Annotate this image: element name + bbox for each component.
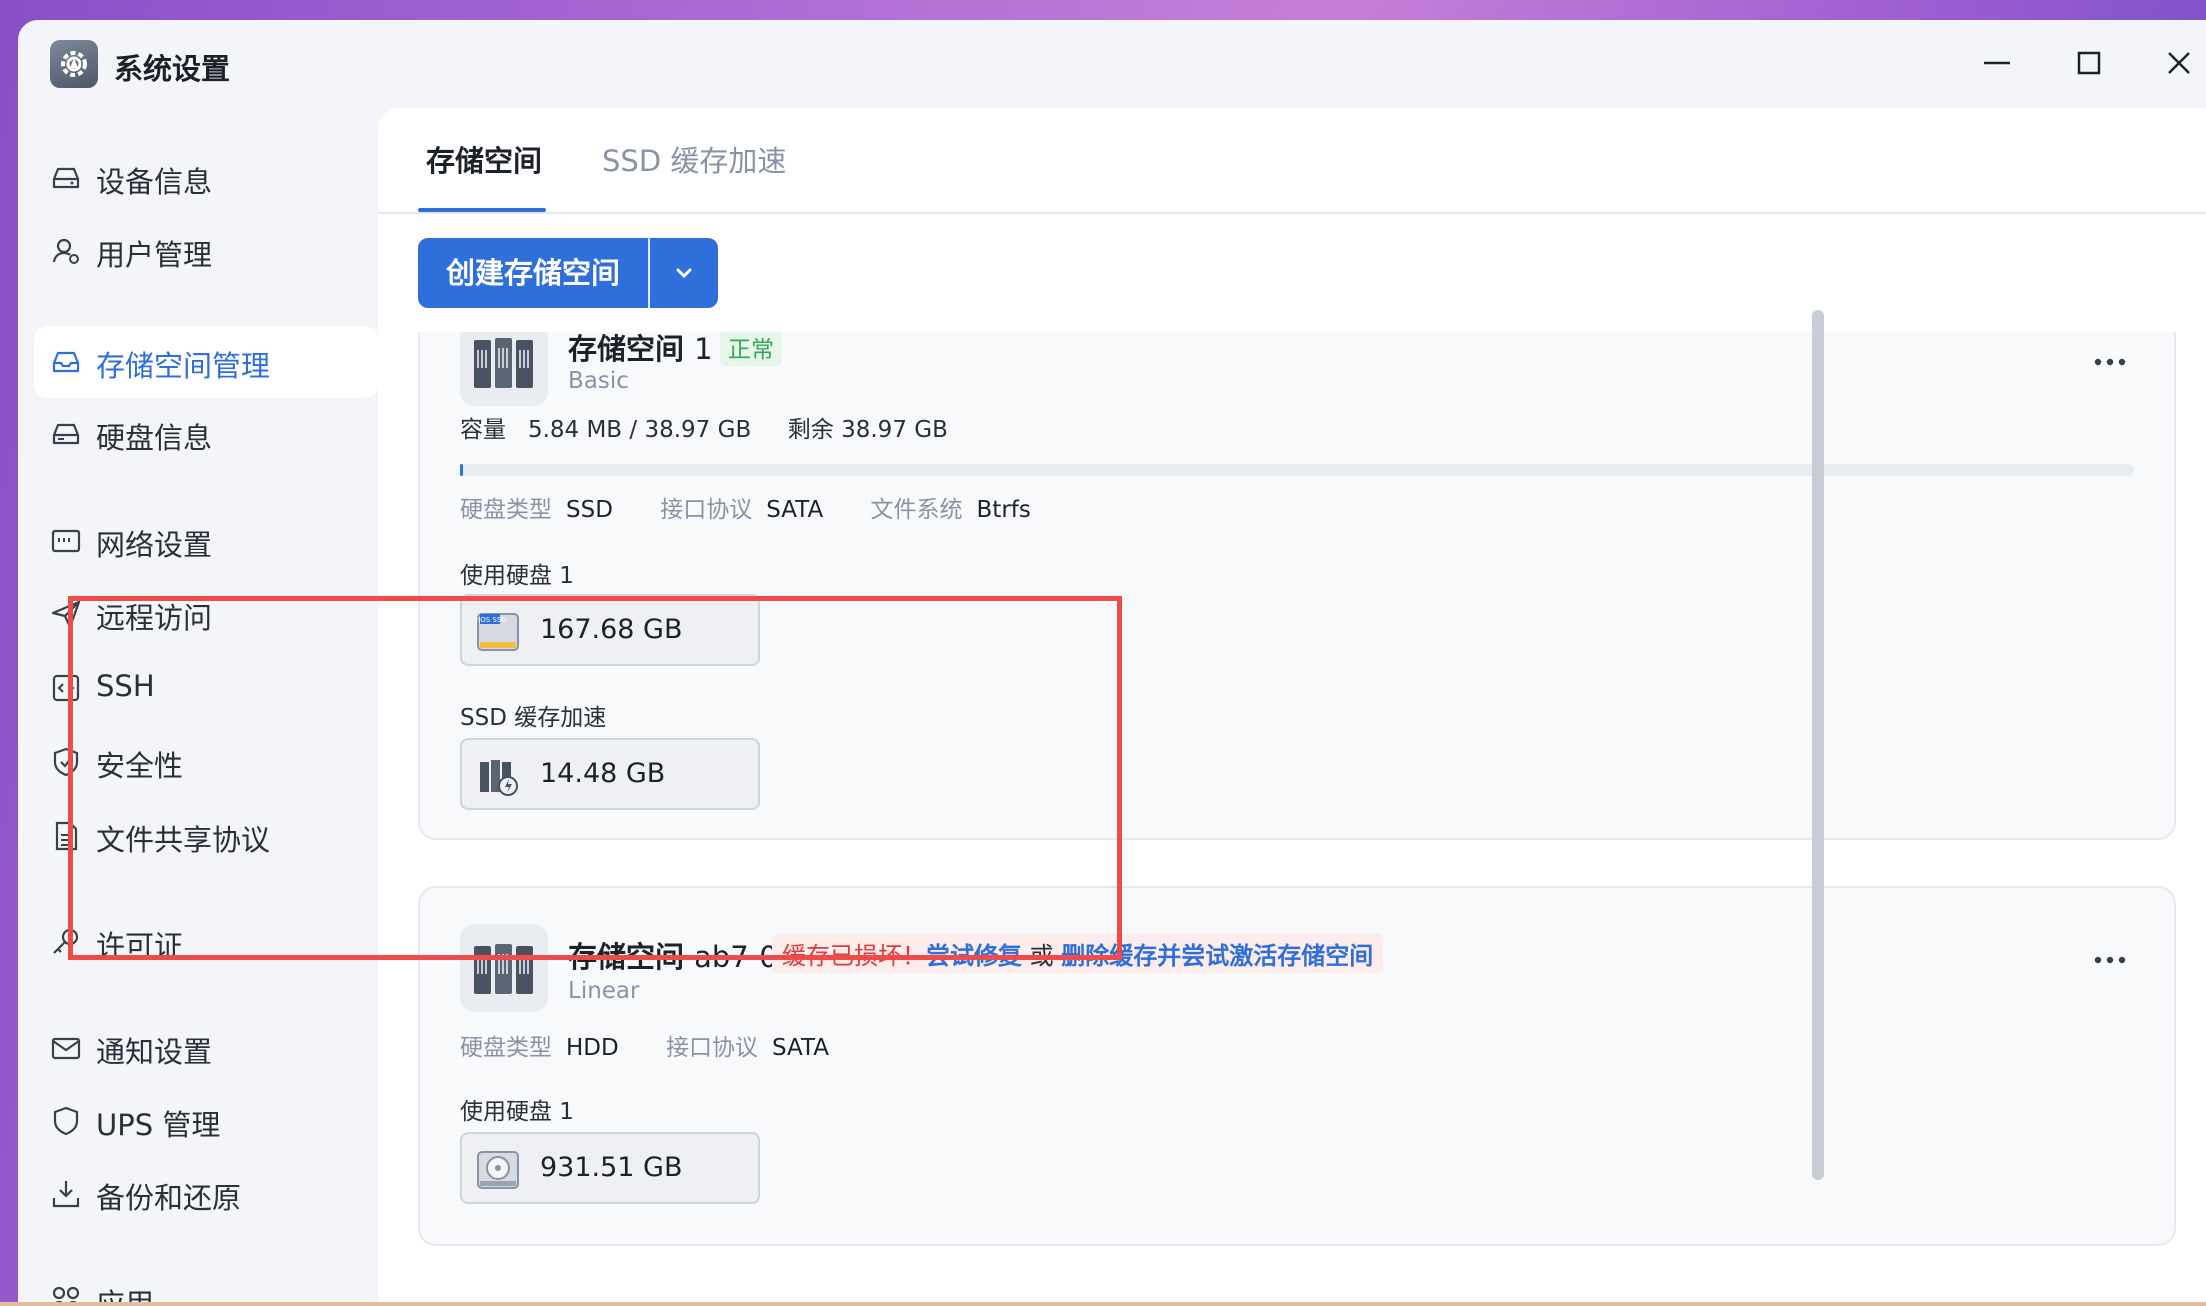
- sidebar-item-apps[interactable]: 应用: [34, 1264, 378, 1302]
- sidebar-item-disk-info[interactable]: 硬盘信息: [34, 398, 378, 470]
- sidebar-item-label: 存储空间管理: [96, 349, 271, 383]
- apps-icon: [52, 1286, 80, 1302]
- sidebar-item-label: 硬盘信息: [96, 421, 213, 455]
- more-horizontal-icon: [2094, 358, 2126, 366]
- sidebar-item-device-info[interactable]: 设备信息: [34, 142, 378, 214]
- capacity-progress-bar: [460, 464, 2134, 476]
- interface-label: 接口协议: [666, 1035, 759, 1061]
- maximize-icon: [2077, 51, 2101, 75]
- capacity-progress-fill: [460, 464, 463, 476]
- interface-value: SATA: [766, 497, 824, 523]
- more-horizontal-icon: [2094, 956, 2126, 964]
- sidebar-item-backup-restore[interactable]: 备份和还原: [34, 1158, 378, 1230]
- sidebar-item-label: 设备信息: [96, 165, 213, 199]
- filesystem-label: 文件系统: [870, 497, 963, 523]
- sidebar-item-label: 用户管理: [96, 238, 213, 272]
- device-icon: [52, 167, 80, 189]
- remaining-label: 剩余: [787, 417, 834, 443]
- maximize-button[interactable]: [2064, 40, 2114, 86]
- remaining-value: 38.97 GB: [841, 417, 948, 443]
- window-title: 系统设置: [114, 52, 231, 86]
- pool-name-text: 存储空间: [568, 332, 685, 366]
- filesystem-value: Btrfs: [976, 497, 1031, 523]
- pool-name: 存储空间 1: [568, 332, 713, 368]
- sidebar-item-label: 应用: [96, 1281, 154, 1302]
- create-storage-button[interactable]: 创建存储空间: [418, 238, 648, 308]
- server-rack-icon: [460, 332, 548, 406]
- sidebar-item-ups[interactable]: UPS 管理: [34, 1085, 378, 1157]
- raid-type: Linear: [568, 978, 640, 1004]
- sidebar-item-label: UPS 管理: [96, 1108, 221, 1142]
- disk-type-value: SSD: [566, 497, 613, 523]
- sidebar-item-notifications[interactable]: 通知设置: [34, 1012, 378, 1084]
- close-icon: [2168, 52, 2190, 74]
- used-disks-label: 使用硬盘 1: [460, 1099, 574, 1125]
- tab-ssd-cache[interactable]: SSD 缓存加速: [602, 138, 786, 180]
- hdd-drive-icon: [477, 1151, 519, 1189]
- title-bar: 系统设置: [18, 20, 2206, 110]
- highlight-annotation-box: [68, 596, 1122, 960]
- tab-storage[interactable]: 存储空间: [426, 138, 542, 180]
- interface-value: SATA: [772, 1035, 830, 1061]
- raid-type: Basic: [568, 368, 629, 394]
- pool-number: 1: [694, 332, 713, 366]
- sidebar-item-label: 网络设置: [96, 528, 213, 562]
- close-button[interactable]: [2154, 40, 2204, 86]
- storage-icon: [52, 351, 80, 373]
- capacity-info: 容量 5.84 MB / 38.97 GB 剩余 38.97 GB: [460, 410, 948, 444]
- settings-app-icon: [50, 40, 98, 88]
- minimize-icon: [1984, 61, 2010, 65]
- capacity-total: 38.97 GB: [644, 417, 752, 443]
- download-icon: [52, 1181, 80, 1208]
- network-icon: [51, 529, 81, 553]
- disk-chip[interactable]: 931.51 GB: [460, 1132, 760, 1204]
- mail-icon: [51, 1037, 81, 1060]
- disk-type-label: 硬盘类型: [460, 497, 552, 523]
- sidebar-item-network[interactable]: 网络设置: [34, 505, 378, 577]
- disk-icon: [52, 423, 80, 445]
- pool-attributes: 硬盘类型 SSD 接口协议 SATA 文件系统 Btrfs: [460, 490, 1071, 524]
- minimize-button[interactable]: [1972, 40, 2022, 86]
- shield-icon: [53, 1106, 79, 1136]
- capacity-label: 容量: [460, 417, 506, 443]
- tab-bar: 存储空间 SSD 缓存加速: [378, 108, 2206, 214]
- disk-type-value: HDD: [566, 1035, 619, 1061]
- active-tab-indicator: [418, 208, 546, 212]
- disk-size: 931.51 GB: [540, 1152, 683, 1183]
- capacity-separator: /: [629, 417, 638, 443]
- settings-window: 系统设置 设备信息 用户管理 存储空间管理 硬盘信息 网络设置 远程访问 SSH…: [18, 20, 2206, 1302]
- more-options-button[interactable]: [2090, 352, 2130, 372]
- sidebar-item-user-management[interactable]: 用户管理: [34, 215, 378, 287]
- sidebar-item-storage-management[interactable]: 存储空间管理: [34, 326, 378, 398]
- more-options-button[interactable]: [2090, 950, 2130, 970]
- capacity-used: 5.84 MB: [527, 417, 623, 443]
- vertical-scrollbar[interactable]: [1812, 310, 1824, 1180]
- sidebar-item-label: 通知设置: [96, 1035, 213, 1069]
- sidebar-item-label: 备份和还原: [96, 1181, 242, 1215]
- status-badge: 正常: [720, 332, 782, 366]
- chevron-down-icon: [676, 268, 692, 279]
- pool-attributes: 硬盘类型 HDD 接口协议 SATA: [460, 1028, 869, 1062]
- disk-type-label: 硬盘类型: [460, 1035, 552, 1061]
- used-disks-label: 使用硬盘 1: [460, 563, 574, 589]
- create-storage-split-button: 创建存储空间: [418, 238, 718, 308]
- user-icon: [52, 238, 79, 264]
- interface-label: 接口协议: [660, 497, 753, 523]
- create-storage-dropdown-button[interactable]: [650, 238, 718, 308]
- desktop-taskbar-edge: [0, 1302, 2206, 1306]
